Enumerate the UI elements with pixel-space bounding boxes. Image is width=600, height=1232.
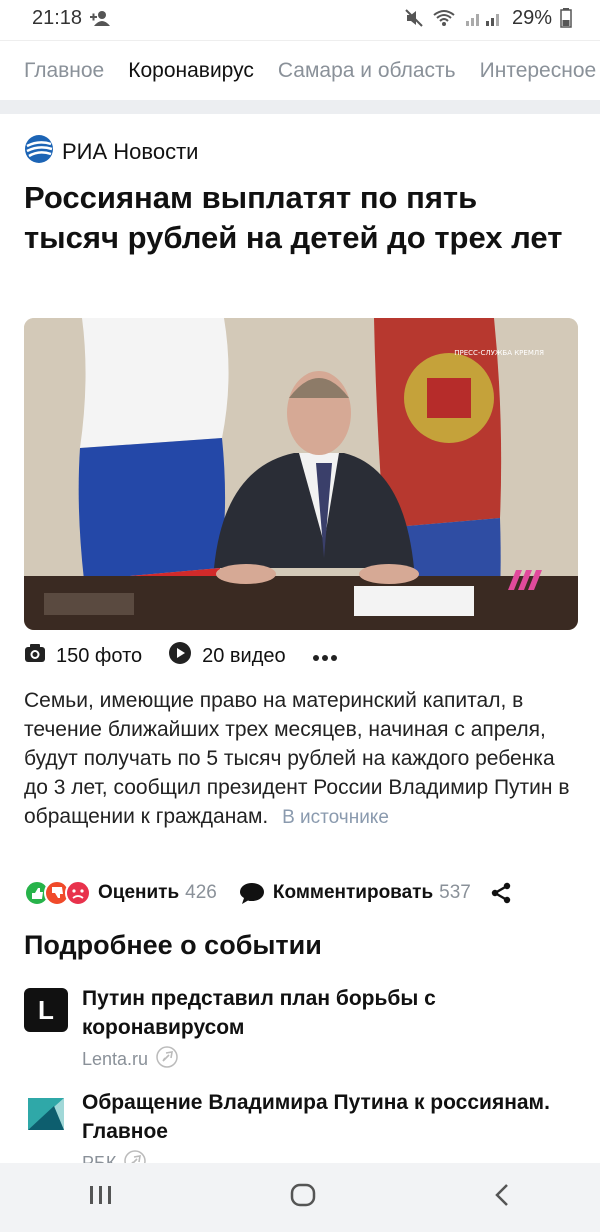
- ria-logo-icon: [24, 134, 54, 170]
- video-count: 20 видео: [202, 644, 286, 667]
- related-section-title: Подробнее о событии: [24, 930, 322, 960]
- related-item-meta: Lenta.ru: [82, 1046, 576, 1073]
- tab-interesting[interactable]: Интересное: [480, 59, 597, 83]
- battery-level: 29%: [511, 6, 552, 29]
- comment-icon[interactable]: [239, 881, 265, 905]
- photo-count: 150 фото: [56, 644, 143, 667]
- system-navbar: [0, 1163, 600, 1232]
- videos-button[interactable]: 20 видео: [168, 641, 286, 671]
- camera-icon: [24, 643, 46, 669]
- rocket-icon: [156, 1046, 178, 1073]
- tab-main[interactable]: Главное: [24, 59, 104, 83]
- photos-button[interactable]: 150 фото: [24, 643, 142, 669]
- tab-samara[interactable]: Самара и область: [278, 59, 456, 83]
- back-icon[interactable]: [492, 1182, 512, 1213]
- article-photo[interactable]: ПРЕСС-СЛУЖБА КРЕМЛЯ: [24, 318, 578, 630]
- related-item[interactable]: L Путин представил план борьбы с коронав…: [24, 984, 576, 1073]
- article-source[interactable]: РИА Новости: [24, 134, 198, 170]
- wifi-icon: [432, 9, 456, 27]
- status-time: 21:18: [32, 6, 83, 29]
- home-icon[interactable]: [289, 1182, 317, 1213]
- article-actions: Оценить 426 Комментировать 537: [24, 875, 513, 911]
- rbc-logo-icon: [24, 1092, 68, 1136]
- source-name: РИА Новости: [62, 139, 199, 164]
- more-icon[interactable]: [312, 645, 338, 668]
- source-link[interactable]: В источнике: [282, 807, 389, 828]
- lenta-logo-letter: L: [38, 994, 54, 1025]
- related-item-title: Обращение Владимира Путина к россиянам. …: [82, 1091, 550, 1143]
- signal-icon: [464, 9, 504, 27]
- divider: [0, 100, 600, 114]
- comment-label[interactable]: Комментировать: [273, 882, 433, 904]
- share-icon[interactable]: [489, 881, 513, 905]
- article-headline[interactable]: Россиянам выплатят по пять тысяч рублей …: [24, 178, 576, 258]
- related-item-source: Lenta.ru: [82, 1049, 149, 1069]
- battery-icon: [560, 8, 572, 28]
- mute-icon: [404, 8, 424, 28]
- add-contact-icon: [90, 10, 112, 26]
- related-item-title: Путин представил план борьбы с коронавир…: [82, 987, 436, 1039]
- reactions-icon[interactable]: [24, 880, 92, 906]
- status-bar: 21:18 29%: [0, 0, 600, 36]
- rate-count: 426: [185, 882, 217, 903]
- tab-coronavirus[interactable]: Коронавирус: [128, 59, 254, 83]
- svg-text:ПРЕСС-СЛУЖБА КРЕМЛЯ: ПРЕСС-СЛУЖБА КРЕМЛЯ: [454, 349, 544, 357]
- article-summary: Семьи, имеющие право на материнский капи…: [24, 686, 576, 832]
- play-icon: [168, 641, 192, 671]
- comment-count: 537: [439, 882, 471, 903]
- lenta-logo-icon: L: [24, 988, 68, 1032]
- rate-label[interactable]: Оценить: [98, 882, 179, 904]
- media-row: 150 фото 20 видео: [24, 640, 338, 672]
- section-tabs: Главное Коронавирус Самара и область Инт…: [0, 40, 600, 100]
- recent-apps-icon[interactable]: [88, 1184, 114, 1211]
- photo-illustration: ПРЕСС-СЛУЖБА КРЕМЛЯ: [24, 318, 578, 630]
